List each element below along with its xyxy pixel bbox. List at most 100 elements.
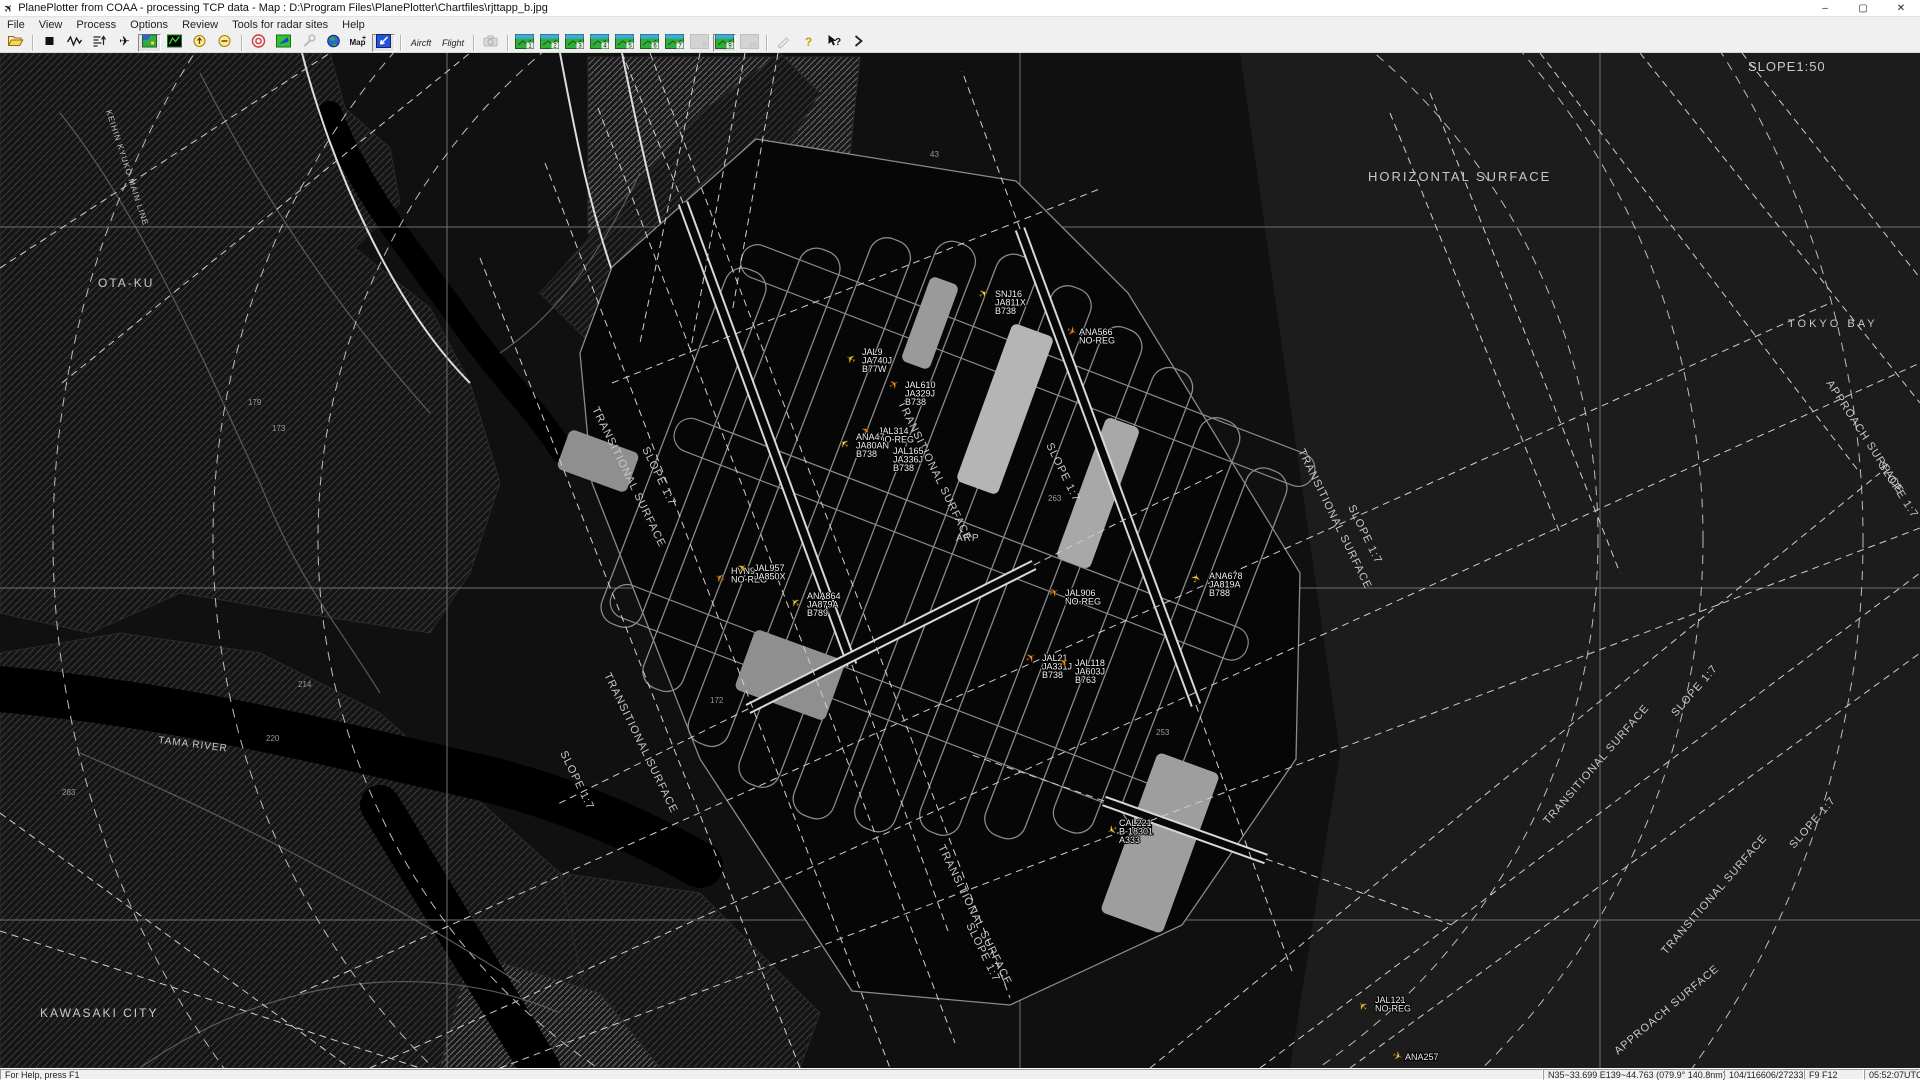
message-view-button[interactable]: [88, 34, 111, 52]
menu-help[interactable]: Help: [335, 17, 372, 33]
toolbar-separator: [400, 35, 401, 51]
map-preset-3-button[interactable]: 3: [563, 34, 586, 52]
context-help-button[interactable]: ?: [822, 34, 845, 52]
map-preset-4-button[interactable]: 4: [588, 34, 611, 52]
record-button[interactable]: [247, 34, 270, 52]
world-view-button[interactable]: [322, 34, 345, 52]
menu-view[interactable]: View: [32, 17, 70, 33]
share-plane-button[interactable]: [272, 34, 295, 52]
aircraft-label-reg: NO-REG: [1375, 1004, 1411, 1014]
map-thumbnail-icon: 7: [665, 34, 684, 52]
chart-label: HORIZONTAL SURFACE: [1368, 169, 1551, 184]
zoom-in-button[interactable]: [188, 34, 211, 52]
elevation-label: 283: [62, 788, 76, 797]
map-thumbnail-icon: 9: [715, 34, 734, 52]
elevation-label: 263: [1048, 494, 1062, 503]
waveform-icon: [66, 33, 83, 52]
map-preset-6-button[interactable]: 6: [638, 34, 661, 52]
status-bar: For Help, press F1 N35~33.699 E139~44.76…: [0, 1068, 1920, 1080]
map-preset-5-button[interactable]: 5: [613, 34, 636, 52]
toolbar: ✈ Map+ AircftFlight 123456789 10??: [0, 33, 1920, 53]
elevation-label: 173: [272, 424, 286, 433]
svg-text:?: ?: [805, 35, 812, 49]
arrow-question-icon: ?: [825, 33, 842, 52]
rings-red-icon: [250, 33, 267, 52]
map-area[interactable]: SLOPE1:50 HORIZONTAL SURFACE TOKYO BAY OTA-…: [0, 53, 1920, 1068]
minimize-button[interactable]: –: [1806, 0, 1844, 16]
map-thumbnail-icon: 6: [640, 34, 659, 52]
menu-file[interactable]: File: [0, 17, 32, 33]
airport-chart: SLOPE1:50 HORIZONTAL SURFACE TOKYO BAY OTA-…: [0, 53, 1920, 1068]
elevation-label: 253: [1156, 728, 1170, 737]
map-thumbnail-icon: 8: [690, 34, 709, 52]
aircraft-label-reg: NO-REG: [1065, 597, 1101, 607]
globe-icon: [325, 33, 342, 52]
map-thumbnail-icon: 10: [740, 34, 759, 52]
folder-open-icon: [7, 33, 24, 52]
elevation-label: 220: [266, 734, 280, 743]
open-file-button[interactable]: [4, 34, 27, 52]
map-preset-7-button[interactable]: 7: [663, 34, 686, 52]
map-preset-8-button[interactable]: 8: [688, 34, 711, 52]
aircraft-label-type: B763: [1075, 675, 1096, 685]
map-thumbnail-icon: 3: [565, 34, 584, 52]
aircraft-label-type: B738: [893, 463, 914, 473]
status-function-keys: F9 F12: [1804, 1069, 1864, 1080]
chart-label: TOKYO BAY: [1788, 318, 1878, 330]
map-preset-2-button[interactable]: 2: [538, 34, 561, 52]
snapshot-button[interactable]: [479, 34, 502, 52]
svg-text:+: +: [362, 35, 366, 42]
aircraft-label-type: B738: [1042, 670, 1063, 680]
key-question-icon: ?: [800, 33, 817, 52]
toolbar-separator: [473, 35, 474, 51]
aircraft-label-type: B77W: [862, 364, 887, 374]
wrench-icon: [300, 33, 317, 52]
menu-tools-for-radar-sites[interactable]: Tools for radar sites: [225, 17, 335, 33]
aircraft-label-type: B738: [856, 449, 877, 459]
aircraft-label-type: B738: [995, 306, 1016, 316]
map-preset-9-button[interactable]: 9: [713, 34, 736, 52]
menu-options[interactable]: Options: [123, 17, 175, 33]
maximize-button[interactable]: ▢: [1844, 0, 1882, 16]
menu-bar: FileViewProcessOptionsReviewTools for ra…: [0, 17, 1920, 33]
circle-minus-icon: [216, 33, 233, 52]
map-thumbnail-icon: 2: [540, 34, 559, 52]
mark-mode-button[interactable]: [372, 34, 395, 52]
menu-process[interactable]: Process: [69, 17, 123, 33]
aircraft-view-button[interactable]: ✈: [113, 34, 136, 52]
draw-line-button[interactable]: [772, 34, 795, 52]
close-button[interactable]: ✕: [1882, 0, 1920, 16]
plane-green-icon: [275, 33, 292, 52]
toolbar-separator: [241, 35, 242, 51]
tools-button[interactable]: [297, 34, 320, 52]
zoom-out-button[interactable]: [213, 34, 236, 52]
aircraft-list-button[interactable]: Aircft: [406, 34, 436, 52]
map-thumbnail-icon: 1: [515, 34, 534, 52]
svg-text:✈: ✈: [119, 34, 130, 49]
map-plus-button[interactable]: Map+: [347, 34, 370, 52]
elevation-label: 43: [930, 150, 939, 159]
map-window-button[interactable]: [138, 34, 161, 52]
chart-label: OTA-KU: [98, 276, 154, 290]
chart-dark-icon: [166, 33, 183, 52]
window-controls: – ▢ ✕: [1806, 0, 1920, 16]
map-preset-1-button[interactable]: 1: [513, 34, 536, 52]
signal-view-button[interactable]: [63, 34, 86, 52]
menu-review[interactable]: Review: [175, 17, 225, 33]
aircraft-label-type: B738: [905, 397, 926, 407]
planeplotter-window: ✈ PlanePlotter from COAA - processing TC…: [0, 0, 1920, 1080]
aircraft-label-type: B788: [1209, 588, 1230, 598]
elevation-label: 172: [710, 696, 724, 705]
tokyo-bay-water: [1240, 53, 1920, 1068]
status-help-text: For Help, press F1: [0, 1069, 1543, 1080]
stop-process-button[interactable]: [38, 34, 61, 52]
levels-icon: [91, 33, 108, 52]
pencil-icon: [775, 33, 792, 52]
map-preset-10-button[interactable]: 10: [738, 34, 761, 52]
tip-help-button[interactable]: ?: [797, 34, 820, 52]
chart-label: SLOPE1:50: [1748, 59, 1826, 74]
flight-log-button[interactable]: Flight: [438, 34, 468, 52]
radar-screen-button[interactable]: [163, 34, 186, 52]
more-tools-button[interactable]: [847, 34, 870, 52]
status-counters: 104/116606/27233: [1724, 1069, 1804, 1080]
